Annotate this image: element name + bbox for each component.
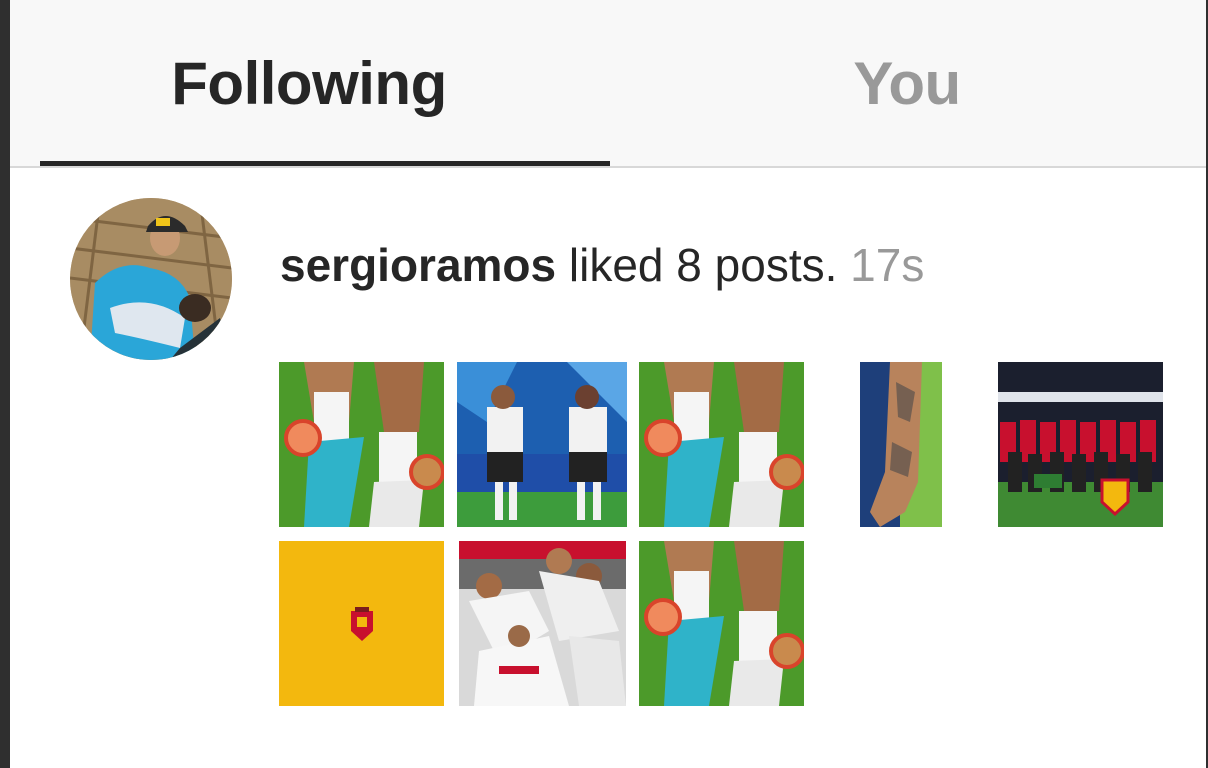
post-thumbnail-boots-3[interactable] — [639, 541, 804, 706]
post-thumbnail-team-celebration[interactable] — [459, 541, 626, 706]
username-link[interactable]: sergioramos — [280, 239, 556, 291]
post-thumbnail-tattooed-arm[interactable] — [860, 362, 942, 527]
activity-text: sergioramos liked 8 posts. 17s — [280, 238, 924, 292]
activity-tab-bar: Following You — [10, 0, 1206, 168]
players-photo — [457, 362, 627, 527]
activity-screen: Following You sergioramos liked 8 posts.… — [10, 0, 1206, 768]
tab-you[interactable]: You — [608, 0, 1206, 166]
avatar-photo — [70, 198, 232, 360]
boots-photo — [639, 541, 804, 706]
post-thumbnail-boots-1[interactable] — [279, 362, 444, 527]
avatar[interactable] — [70, 198, 232, 360]
spain-crest-photo — [279, 541, 444, 706]
celebration-photo — [459, 541, 626, 706]
activity-action-text: liked 8 posts. — [556, 239, 851, 291]
arm-photo — [860, 362, 942, 527]
post-thumbnail-boots-2[interactable] — [639, 362, 804, 527]
post-thumbnail-spain-crest[interactable] — [279, 541, 444, 706]
post-thumbnail-team-lineup[interactable] — [998, 362, 1163, 527]
activity-timestamp: 17s — [850, 239, 925, 291]
boots-photo — [639, 362, 804, 527]
post-thumbnail-players-covering-faces[interactable] — [457, 362, 627, 527]
tab-following[interactable]: Following — [10, 0, 608, 166]
boots-photo — [279, 362, 444, 527]
active-tab-indicator — [40, 161, 610, 166]
lineup-photo — [998, 362, 1163, 527]
